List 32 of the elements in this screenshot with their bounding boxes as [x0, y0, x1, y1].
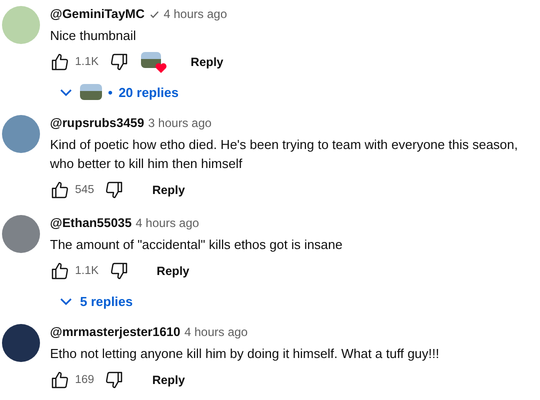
comment-text: Etho not letting anyone kill him by doing it himself. What a tuff guy!!! [50, 345, 440, 363]
reply-button[interactable]: Reply [140, 367, 197, 393]
like-count: 545 [75, 184, 94, 196]
like-count: 169 [75, 374, 94, 386]
thumbs-down-icon[interactable] [104, 370, 124, 390]
thumbs-down-icon[interactable] [108, 52, 129, 72]
comment-text: The amount of "accidental" kills ethos got is insane [50, 236, 344, 254]
author-name[interactable]: @GeminiTayMC [50, 7, 145, 21]
thumbs-up-icon[interactable] [50, 180, 70, 200]
thumbs-down-icon[interactable] [108, 261, 129, 281]
thumbs-up-icon[interactable] [50, 52, 70, 72]
comment-time[interactable]: 4 hours ago [136, 216, 200, 230]
comment-time[interactable]: 4 hours ago [164, 7, 228, 21]
comment-text: Nice thumbnail [50, 27, 137, 45]
author-name[interactable]: @Ethan55035 [50, 216, 132, 230]
separator-dot: • [108, 84, 113, 100]
comment-time[interactable]: 4 hours ago [184, 325, 248, 339]
author-name[interactable]: @rupsrubs3459 [50, 116, 144, 130]
reply-button[interactable]: Reply [144, 258, 202, 284]
comment-text: Kind of poetic how etho died. He's been trying to team with everyone this season, who better to kill him then himself [50, 136, 519, 173]
view-replies-button[interactable]: • 20 replies [48, 79, 189, 105]
view-replies-button[interactable]: 5 replies [48, 288, 143, 314]
thumbs-down-icon[interactable] [104, 180, 124, 200]
like-count: 1.1K [75, 56, 99, 68]
like-count: 1.1K [75, 265, 99, 277]
comment-time[interactable]: 3 hours ago [148, 116, 212, 130]
thumbs-up-icon[interactable] [50, 261, 70, 281]
reply-button[interactable]: Reply [178, 49, 236, 75]
thumbs-up-icon[interactable] [50, 370, 70, 390]
avatar-placeholder[interactable] [2, 324, 40, 362]
author-name[interactable]: @mrmasterjester1610 [50, 325, 180, 339]
reply-button[interactable]: Reply [140, 177, 197, 203]
